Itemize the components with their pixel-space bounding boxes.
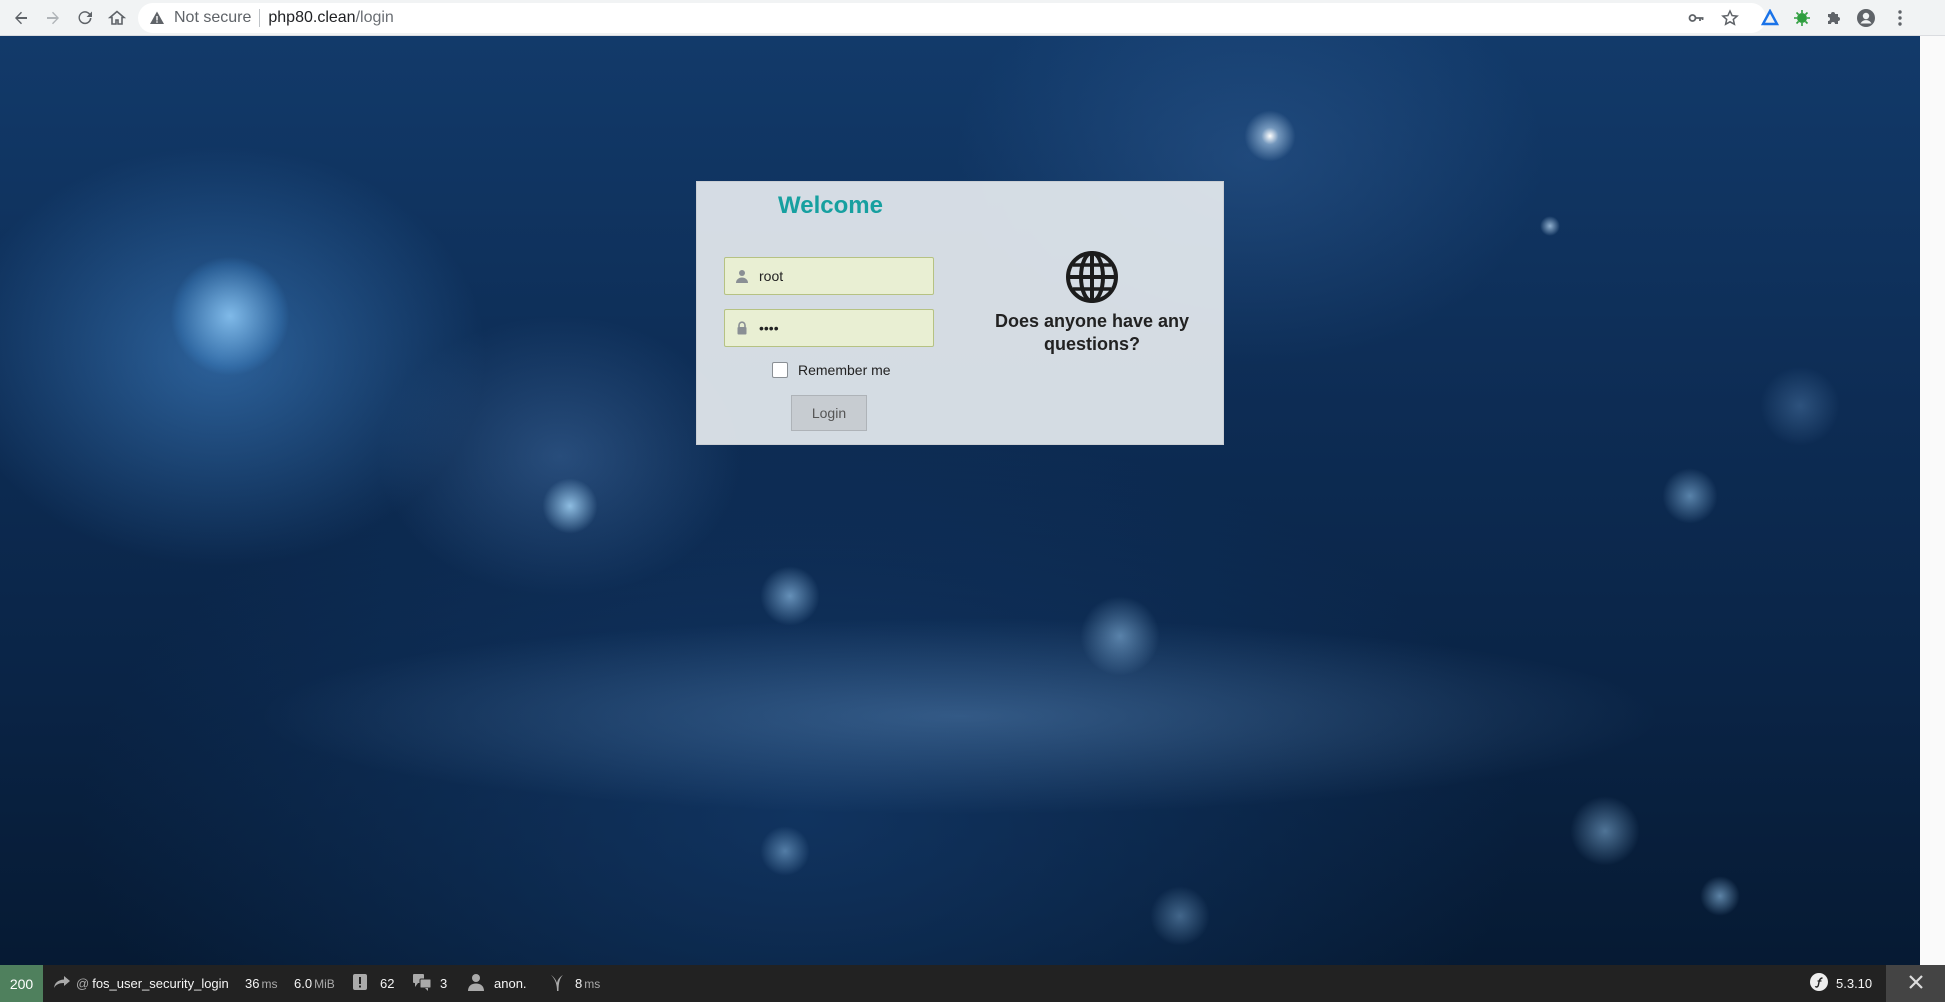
bokeh-light (1700, 876, 1740, 916)
home-icon[interactable] (105, 6, 129, 30)
bokeh-light (1540, 216, 1560, 236)
bokeh-light (170, 256, 290, 376)
bokeh-light (1240, 106, 1300, 166)
url-host: php80.clean (268, 9, 356, 26)
remember-me-label[interactable]: Remember me (798, 362, 891, 378)
lock-icon (725, 321, 759, 335)
globe-icon (1065, 250, 1119, 304)
user-icon (725, 269, 759, 283)
back-arrow-icon[interactable] (9, 6, 33, 30)
twig-time-unit: ms (584, 976, 601, 991)
welcome-title: Welcome (778, 192, 883, 219)
bokeh-light (1080, 596, 1160, 676)
remember-me-checkbox[interactable] (772, 362, 788, 378)
time-item[interactable]: 36 ms (245, 965, 277, 1002)
route-name: fos_user_security_login (92, 976, 229, 991)
password-input[interactable] (759, 320, 927, 336)
extension-icon[interactable] (1822, 6, 1846, 30)
url-path: /login (355, 9, 394, 26)
login-panel: Welcome Remember me Login Does anyone ha… (696, 181, 1224, 445)
time-unit: ms (261, 976, 278, 991)
login-button[interactable]: Login (791, 395, 867, 431)
route-item[interactable]: @ fos_user_security_login (52, 965, 229, 1002)
browser-toolbar: Not secure php80.clean/login (0, 0, 1945, 36)
security-label: Not secure (174, 9, 252, 26)
user-icon (468, 973, 484, 994)
bokeh-light (1150, 886, 1210, 946)
extension-bug-icon[interactable] (1790, 6, 1814, 30)
logs-item[interactable]: 62 (352, 965, 394, 1002)
twig-icon (549, 973, 565, 994)
question-text: Does anyone have any questions? (994, 311, 1190, 354)
bokeh-light (1570, 796, 1640, 866)
logs-count: 62 (380, 976, 395, 991)
translations-item[interactable]: 3 (412, 965, 447, 1002)
close-icon (1908, 974, 1924, 993)
reload-icon[interactable] (73, 6, 97, 30)
bokeh-light (540, 476, 600, 536)
extension-triangle-icon[interactable] (1758, 6, 1782, 30)
translation-icon (412, 973, 432, 994)
profile-icon[interactable] (1854, 6, 1878, 30)
time-value: 36 (245, 976, 260, 991)
memory-value: 6.0 (294, 976, 313, 991)
translations-count: 3 (440, 976, 448, 991)
twig-item[interactable]: 8 ms (549, 965, 600, 1002)
bokeh-light (1660, 466, 1720, 526)
warning-icon (148, 9, 166, 27)
redirect-arrow-icon (52, 974, 72, 993)
status-code-badge[interactable]: 200 (0, 965, 43, 1002)
bokeh-light (760, 826, 810, 876)
security-user: anon. (494, 976, 527, 991)
symfony-logo-icon (1810, 973, 1828, 994)
symfony-version-item[interactable]: 5.3.10 (1810, 965, 1872, 1002)
logs-icon (352, 973, 368, 994)
memory-unit: MiB (314, 976, 335, 991)
bokeh-light (760, 566, 820, 626)
omnibox-separator (259, 9, 261, 27)
remember-me[interactable]: Remember me (772, 362, 891, 378)
security-item[interactable]: anon. (468, 965, 527, 1002)
background-image (0, 36, 1920, 965)
username-input[interactable] (759, 268, 927, 284)
forward-arrow-icon[interactable] (41, 6, 65, 30)
star-icon[interactable] (1718, 6, 1742, 30)
bokeh-light (1760, 366, 1840, 446)
twig-time-value: 8 (575, 976, 583, 991)
address-bar[interactable]: Not secure php80.clean/login (138, 3, 1766, 33)
close-toolbar-button[interactable] (1886, 965, 1945, 1002)
password-field[interactable] (724, 309, 934, 347)
debug-toolbar: 200 @ fos_user_security_login 36 ms 6.0 … (0, 965, 1945, 1002)
username-field[interactable] (724, 257, 934, 295)
symfony-version: 5.3.10 (1836, 976, 1873, 991)
scrollbar-track[interactable] (1920, 36, 1945, 965)
route-prefix: @ (76, 976, 90, 991)
key-icon[interactable] (1684, 6, 1708, 30)
memory-item[interactable]: 6.0 MiB (294, 965, 335, 1002)
menu-icon[interactable] (1888, 6, 1912, 30)
